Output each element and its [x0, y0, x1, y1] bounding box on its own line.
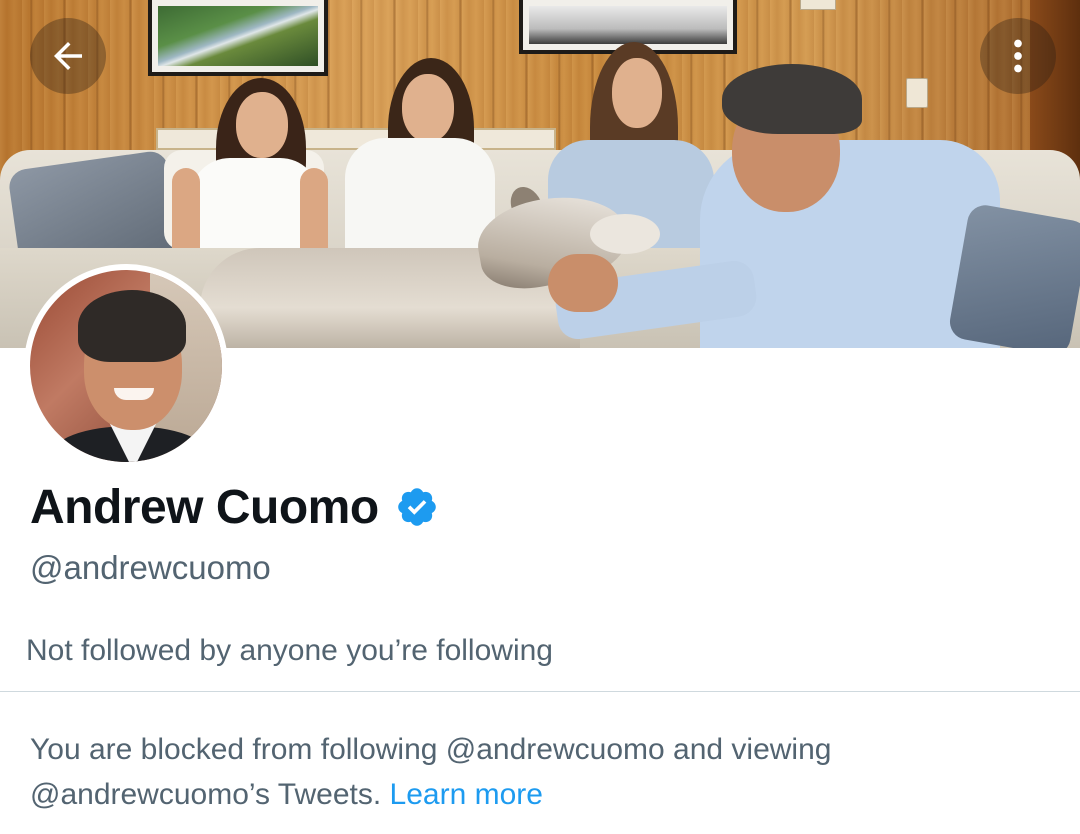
avatar[interactable]	[24, 264, 228, 468]
more-options-button[interactable]	[980, 18, 1056, 94]
profile-photo	[30, 270, 222, 462]
verified-badge-icon	[397, 488, 436, 526]
back-button[interactable]	[30, 18, 106, 94]
display-name: Andrew Cuomo	[30, 480, 379, 534]
more-vertical-icon	[1014, 39, 1022, 73]
light-switch	[906, 78, 928, 108]
followers-you-know-text: Not followed by anyone you’re following	[26, 634, 553, 667]
blocked-notice: You are blocked from following @andrewcu…	[30, 727, 1060, 817]
user-handle: @andrewcuomo	[30, 549, 271, 586]
display-name-row: Andrew Cuomo	[30, 478, 439, 536]
learn-more-link[interactable]: Learn more	[390, 778, 543, 811]
arrow-left-icon	[54, 42, 82, 70]
divider	[0, 691, 1080, 692]
wall-picture	[148, 0, 328, 76]
pillow	[947, 202, 1080, 348]
